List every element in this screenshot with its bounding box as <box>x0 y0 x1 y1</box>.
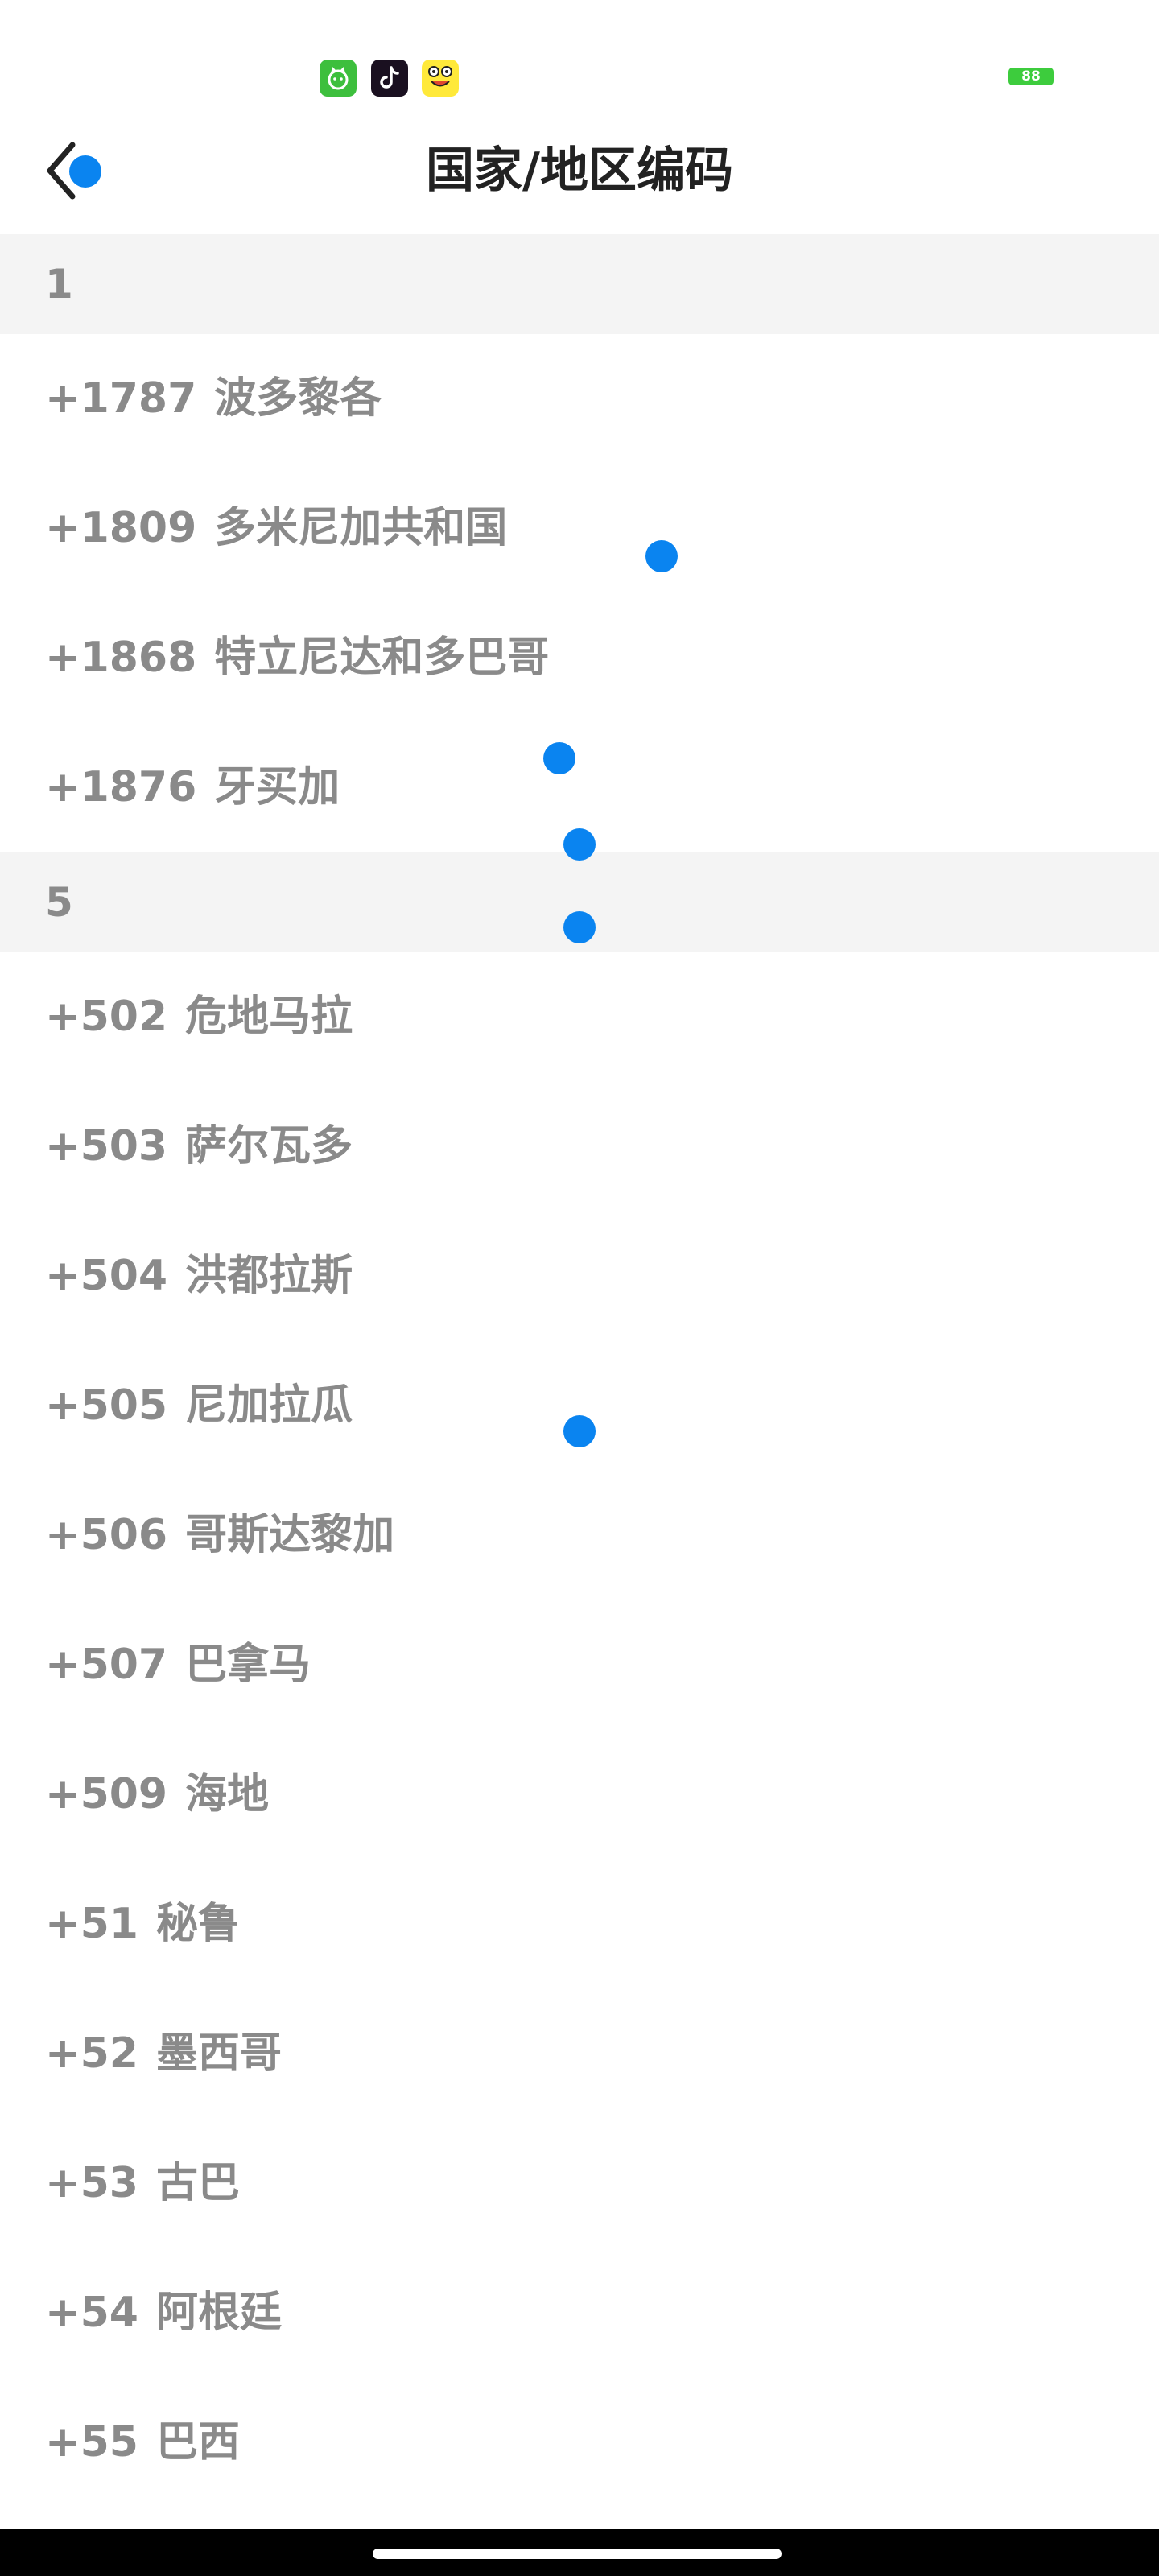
list-item[interactable]: +55 巴西 <box>0 2378 1159 2508</box>
country-name: 萨尔瓦多 <box>185 1122 353 1170</box>
touch-indicator-dot <box>543 742 575 774</box>
list-item[interactable]: +54 阿根廷 <box>0 2248 1159 2378</box>
country-code: +52 <box>45 2029 138 2078</box>
cat-app-icon <box>320 60 357 97</box>
country-name: 哥斯达黎加 <box>185 1511 395 1559</box>
battery-indicator: 88 <box>1008 68 1054 85</box>
country-name: 墨西哥 <box>155 2029 282 2078</box>
list-item[interactable]: +509 海地 <box>0 1730 1159 1860</box>
country-name: 波多黎各 <box>214 374 382 423</box>
country-code: +55 <box>45 2418 138 2467</box>
country-name: 海地 <box>185 1770 270 1818</box>
list-item[interactable]: +504 洪都拉斯 <box>0 1212 1159 1341</box>
frog-app-icon <box>422 60 459 97</box>
country-name: 危地马拉 <box>185 993 353 1041</box>
list-item[interactable]: +506 哥斯达黎加 <box>0 1471 1159 1600</box>
country-code: +54 <box>45 2289 138 2337</box>
system-nav-bar <box>0 2529 1159 2576</box>
list-item[interactable]: +507 巴拿马 <box>0 1600 1159 1730</box>
country-code: +506 <box>45 1511 168 1559</box>
home-indicator[interactable] <box>373 2549 782 2559</box>
country-code: +502 <box>45 993 168 1041</box>
country-code: +1809 <box>45 504 197 552</box>
country-code: +1876 <box>45 763 197 811</box>
country-code: +1868 <box>45 634 197 682</box>
status-bar: 88 <box>0 0 1159 121</box>
touch-indicator-dot <box>563 911 596 943</box>
country-name: 多米尼加共和国 <box>214 504 508 552</box>
country-name: 巴西 <box>155 2418 240 2467</box>
list-item[interactable]: +503 萨尔瓦多 <box>0 1082 1159 1212</box>
page-title: 国家/地区编码 <box>426 142 733 199</box>
touch-indicator-dot <box>563 828 596 861</box>
country-code: +505 <box>45 1381 168 1430</box>
tiktok-icon <box>371 60 408 97</box>
country-code: +1787 <box>45 374 197 423</box>
country-code: +509 <box>45 1770 168 1818</box>
country-code: +51 <box>45 1900 138 1948</box>
country-code-page: 88 国家/地区编码 1 +1787 波多黎各 +1809 多米尼加共和国 +186… <box>0 0 1159 2576</box>
list-item[interactable]: +53 古巴 <box>0 2119 1159 2248</box>
country-name: 秘鲁 <box>155 1900 240 1948</box>
country-name: 洪都拉斯 <box>185 1252 353 1300</box>
country-code: +53 <box>45 2159 138 2207</box>
list-item[interactable]: +1809 多米尼加共和国 <box>0 464 1159 593</box>
touch-indicator-dot <box>69 155 101 188</box>
section-header: 1 <box>0 234 1159 334</box>
country-code: +503 <box>45 1122 168 1170</box>
country-code: +507 <box>45 1641 168 1689</box>
country-name: 古巴 <box>155 2159 240 2207</box>
country-name: 阿根廷 <box>155 2289 282 2337</box>
touch-indicator-dot <box>645 540 678 572</box>
country-name: 牙买加 <box>214 763 340 811</box>
country-code-list[interactable]: 1 +1787 波多黎各 +1809 多米尼加共和国 +1868 特立尼达和多巴哥 +… <box>0 234 1159 2508</box>
header: 国家/地区编码 <box>0 121 1159 233</box>
country-code: +504 <box>45 1252 168 1300</box>
list-item[interactable]: +502 危地马拉 <box>0 952 1159 1082</box>
list-item[interactable]: +51 秘鲁 <box>0 1860 1159 1989</box>
country-name: 巴拿马 <box>185 1641 311 1689</box>
touch-indicator-dot <box>563 1415 596 1447</box>
country-name: 特立尼达和多巴哥 <box>214 634 550 682</box>
list-item[interactable]: +1868 特立尼达和多巴哥 <box>0 593 1159 723</box>
list-item[interactable]: +52 墨西哥 <box>0 1989 1159 2119</box>
country-name: 尼加拉瓜 <box>185 1381 353 1430</box>
list-item[interactable]: +505 尼加拉瓜 <box>0 1341 1159 1471</box>
list-item[interactable]: +1787 波多黎各 <box>0 334 1159 464</box>
